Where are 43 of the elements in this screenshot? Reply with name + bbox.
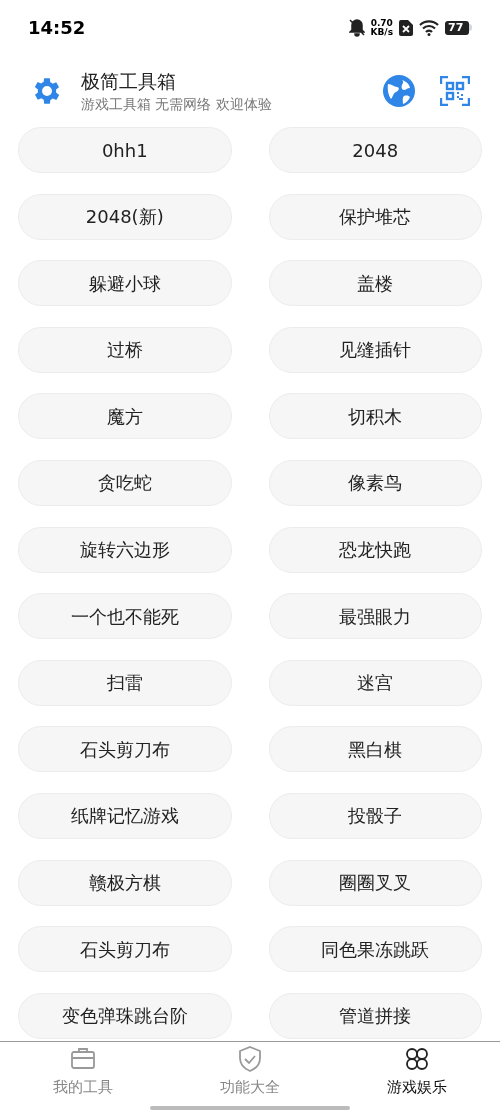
game-button[interactable]: 迷宫: [268, 659, 482, 706]
game-button[interactable]: 一个也不能死: [18, 593, 232, 640]
game-button[interactable]: 投骰子: [268, 792, 482, 839]
game-button[interactable]: 圈圈叉叉: [268, 859, 482, 906]
game-button[interactable]: 最强眼力: [268, 593, 482, 640]
network-speed: 0.70: [370, 18, 393, 28]
sim-icon: [399, 19, 413, 36]
game-button[interactable]: 恐龙快跑: [268, 526, 482, 573]
app-title: 极简工具箱: [81, 69, 177, 94]
game-button[interactable]: 同色果冻跳跃: [268, 926, 482, 973]
status-time: 14:52: [28, 16, 86, 40]
nav-tab[interactable]: 我的工具: [0, 1042, 167, 1111]
game-button[interactable]: 石头剪刀布: [18, 926, 232, 973]
game-button[interactable]: 扫雷: [18, 659, 232, 706]
game-button[interactable]: 0hh1: [18, 127, 232, 173]
bell-off-icon: [348, 18, 365, 37]
game-button[interactable]: 赣极方棋: [18, 859, 232, 906]
globe-icon[interactable]: [382, 74, 416, 108]
game-button[interactable]: 2048(新): [18, 193, 232, 240]
game-button[interactable]: 保护堆芯: [268, 193, 482, 240]
game-button[interactable]: 见缝插针: [268, 326, 482, 373]
nav-tab[interactable]: 功能大全: [166, 1042, 334, 1111]
game-button[interactable]: 管道拼接: [268, 992, 482, 1039]
shield-check-icon: [236, 1044, 264, 1073]
game-button[interactable]: 躲避小球: [18, 260, 232, 307]
wifi-icon: [419, 19, 439, 36]
network-unit: KB/s: [370, 27, 393, 37]
nav-tab[interactable]: 游戏娱乐: [333, 1042, 500, 1111]
game-button[interactable]: 切积木: [268, 393, 482, 440]
game-button[interactable]: 像素鸟: [268, 459, 482, 506]
game-button[interactable]: 黑白棋: [268, 726, 482, 773]
battery-icon: 77: [445, 20, 472, 35]
game-button[interactable]: 旋转六边形: [18, 526, 232, 573]
game-button[interactable]: 纸牌记忆游戏: [18, 792, 232, 839]
game-button[interactable]: 盖楼: [268, 260, 482, 307]
game-button[interactable]: 石头剪刀布: [18, 726, 232, 773]
qr-scan-icon[interactable]: [440, 76, 470, 106]
app-subtitle: 游戏工具箱 无需网络 欢迎体验: [81, 95, 273, 114]
game-button[interactable]: 贪吃蛇: [18, 459, 232, 506]
game-button[interactable]: 变色弹珠跳台阶: [18, 992, 232, 1039]
game-button[interactable]: 2048: [268, 127, 482, 173]
game-button[interactable]: 过桥: [18, 326, 232, 373]
game-button[interactable]: 魔方: [18, 393, 232, 440]
